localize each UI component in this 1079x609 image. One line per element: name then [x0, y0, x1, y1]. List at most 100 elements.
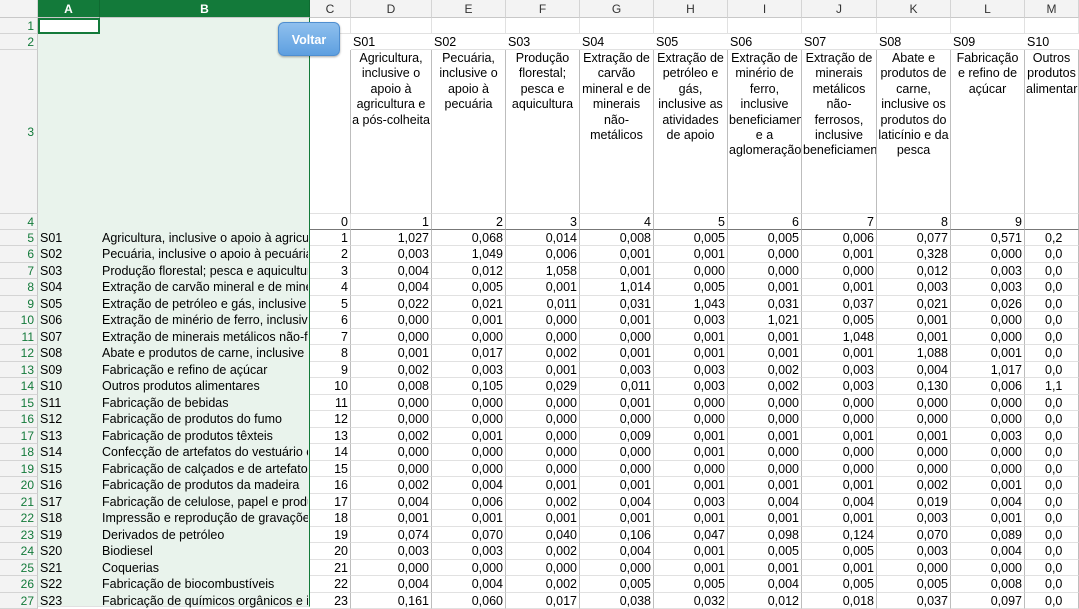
value-cell[interactable]: 0,000 [506, 411, 580, 428]
value-cell[interactable]: 0,000 [728, 444, 802, 461]
value-cell[interactable]: 0,001 [877, 312, 951, 329]
row-index[interactable]: 14 [310, 444, 351, 461]
value-cell[interactable]: 0,001 [654, 543, 728, 560]
value-cell[interactable]: 0,0 [1025, 362, 1079, 378]
column-header-i[interactable]: I [728, 0, 802, 18]
row-code[interactable]: S22 [40, 576, 62, 593]
row-name[interactable]: Abate e produtos de carne, inclusive os … [102, 345, 308, 362]
value-cell[interactable]: 0,000 [432, 329, 506, 345]
value-cell[interactable]: 0,005 [580, 576, 654, 593]
value-cell[interactable]: 0,000 [877, 411, 951, 428]
value-cell[interactable]: 0,001 [432, 312, 506, 329]
row-header-2[interactable]: 2 [0, 34, 38, 50]
column-header-e[interactable]: E [432, 0, 506, 18]
header-code-cell[interactable]: S08 [877, 34, 951, 50]
value-cell[interactable]: 0,031 [580, 296, 654, 312]
value-cell[interactable]: 0,001 [580, 312, 654, 329]
value-cell[interactable]: 0,000 [877, 444, 951, 461]
value-cell[interactable]: 0,001 [802, 477, 877, 494]
value-cell[interactable]: 0,000 [351, 560, 432, 576]
value-cell[interactable]: 0,019 [877, 494, 951, 510]
row-code[interactable]: S10 [40, 378, 62, 395]
value-cell[interactable]: 1,043 [654, 296, 728, 312]
value-cell[interactable]: 0,000 [506, 461, 580, 477]
row-name[interactable]: Extração de carvão mineral e de minerais… [102, 279, 308, 296]
row-code[interactable]: S11 [40, 395, 61, 411]
value-cell[interactable]: 0,004 [951, 543, 1025, 560]
row-index[interactable]: 20 [310, 543, 351, 560]
value-cell[interactable]: 0,000 [580, 329, 654, 345]
row-name[interactable]: Biodiesel [102, 543, 308, 560]
header-index-c[interactable]: 0 [310, 214, 351, 230]
value-cell[interactable]: 0,001 [580, 477, 654, 494]
row-header-5[interactable]: 5 [0, 230, 38, 246]
value-cell[interactable]: 0,0 [1025, 312, 1079, 329]
value-cell[interactable]: 0,0 [1025, 543, 1079, 560]
value-cell[interactable]: 0,021 [432, 296, 506, 312]
row-index[interactable]: 13 [310, 428, 351, 444]
value-cell[interactable]: 0,000 [802, 395, 877, 411]
value-cell[interactable]: 0,003 [654, 362, 728, 378]
value-cell[interactable]: 0,000 [351, 312, 432, 329]
header-index-cell[interactable]: 8 [877, 214, 951, 230]
value-cell[interactable]: 0,130 [877, 378, 951, 395]
value-cell[interactable]: 0,004 [351, 279, 432, 296]
value-cell[interactable]: 0,2 [1025, 230, 1079, 246]
row-name[interactable]: Derivados de petróleo [102, 527, 308, 543]
value-cell[interactable]: 1,049 [432, 246, 506, 263]
value-cell[interactable]: 0,000 [351, 444, 432, 461]
value-cell[interactable]: 0,000 [951, 461, 1025, 477]
header-name-cell[interactable]: Extração de minerais metálicos não-ferro… [802, 50, 877, 214]
row-name[interactable]: Confecção de artefatos do vestuário e ac… [102, 444, 308, 461]
empty-cell[interactable] [1025, 18, 1079, 34]
row-header-12[interactable]: 12 [0, 345, 38, 362]
row-header-3[interactable]: 3 [0, 50, 38, 214]
select-all-corner[interactable] [0, 0, 38, 18]
value-cell[interactable]: 0,001 [951, 510, 1025, 527]
voltar-button[interactable]: Voltar [278, 22, 340, 56]
row-name[interactable]: Fabricação e refino de açúcar [102, 362, 308, 378]
value-cell[interactable]: 0,004 [351, 576, 432, 593]
row-header-25[interactable]: 25 [0, 560, 38, 576]
value-cell[interactable]: 1,014 [580, 279, 654, 296]
value-cell[interactable]: 0,000 [877, 560, 951, 576]
value-cell[interactable]: 0,000 [728, 411, 802, 428]
header-index-cell[interactable]: 3 [506, 214, 580, 230]
row-code[interactable]: S09 [40, 362, 62, 378]
value-cell[interactable]: 0,004 [351, 494, 432, 510]
value-cell[interactable]: 1,048 [802, 329, 877, 345]
value-cell[interactable]: 0,106 [580, 527, 654, 543]
header-name-cell[interactable]: Abate e produtos de carne, inclusive os … [877, 50, 951, 214]
row-header-19[interactable]: 19 [0, 461, 38, 477]
column-header-c[interactable]: C [310, 0, 351, 18]
value-cell[interactable]: 0,000 [951, 312, 1025, 329]
value-cell[interactable]: 0,004 [877, 362, 951, 378]
value-cell[interactable]: 0,003 [877, 543, 951, 560]
row-header-4[interactable]: 4 [0, 214, 38, 230]
row-index[interactable]: 21 [310, 560, 351, 576]
value-cell[interactable]: 0,040 [506, 527, 580, 543]
header-name-cell[interactable]: Produção florestal; pesca e aquicultura [506, 50, 580, 214]
header-name-cell-c[interactable] [310, 50, 351, 214]
value-cell[interactable]: 0,000 [580, 461, 654, 477]
header-code-cell[interactable]: S05 [654, 34, 728, 50]
value-cell[interactable]: 0,008 [580, 230, 654, 246]
value-cell[interactable]: 1,021 [728, 312, 802, 329]
value-cell[interactable]: 1,058 [506, 263, 580, 279]
value-cell[interactable]: 0,002 [877, 477, 951, 494]
row-code[interactable]: S19 [40, 527, 62, 543]
value-cell[interactable]: 0,000 [951, 411, 1025, 428]
row-header-6[interactable]: 6 [0, 246, 38, 263]
row-code[interactable]: S12 [40, 411, 62, 428]
value-cell[interactable]: 0,000 [728, 461, 802, 477]
value-cell[interactable]: 0,005 [802, 576, 877, 593]
value-cell[interactable]: 0,001 [877, 329, 951, 345]
value-cell[interactable]: 0,0 [1025, 527, 1079, 543]
value-cell[interactable]: 0,077 [877, 230, 951, 246]
value-cell[interactable]: 0,005 [802, 312, 877, 329]
value-cell[interactable]: 0,005 [654, 576, 728, 593]
value-cell[interactable]: 0,001 [877, 428, 951, 444]
value-cell[interactable]: 0,000 [506, 312, 580, 329]
value-cell[interactable]: 0,005 [432, 279, 506, 296]
row-code[interactable]: S02 [40, 246, 62, 263]
